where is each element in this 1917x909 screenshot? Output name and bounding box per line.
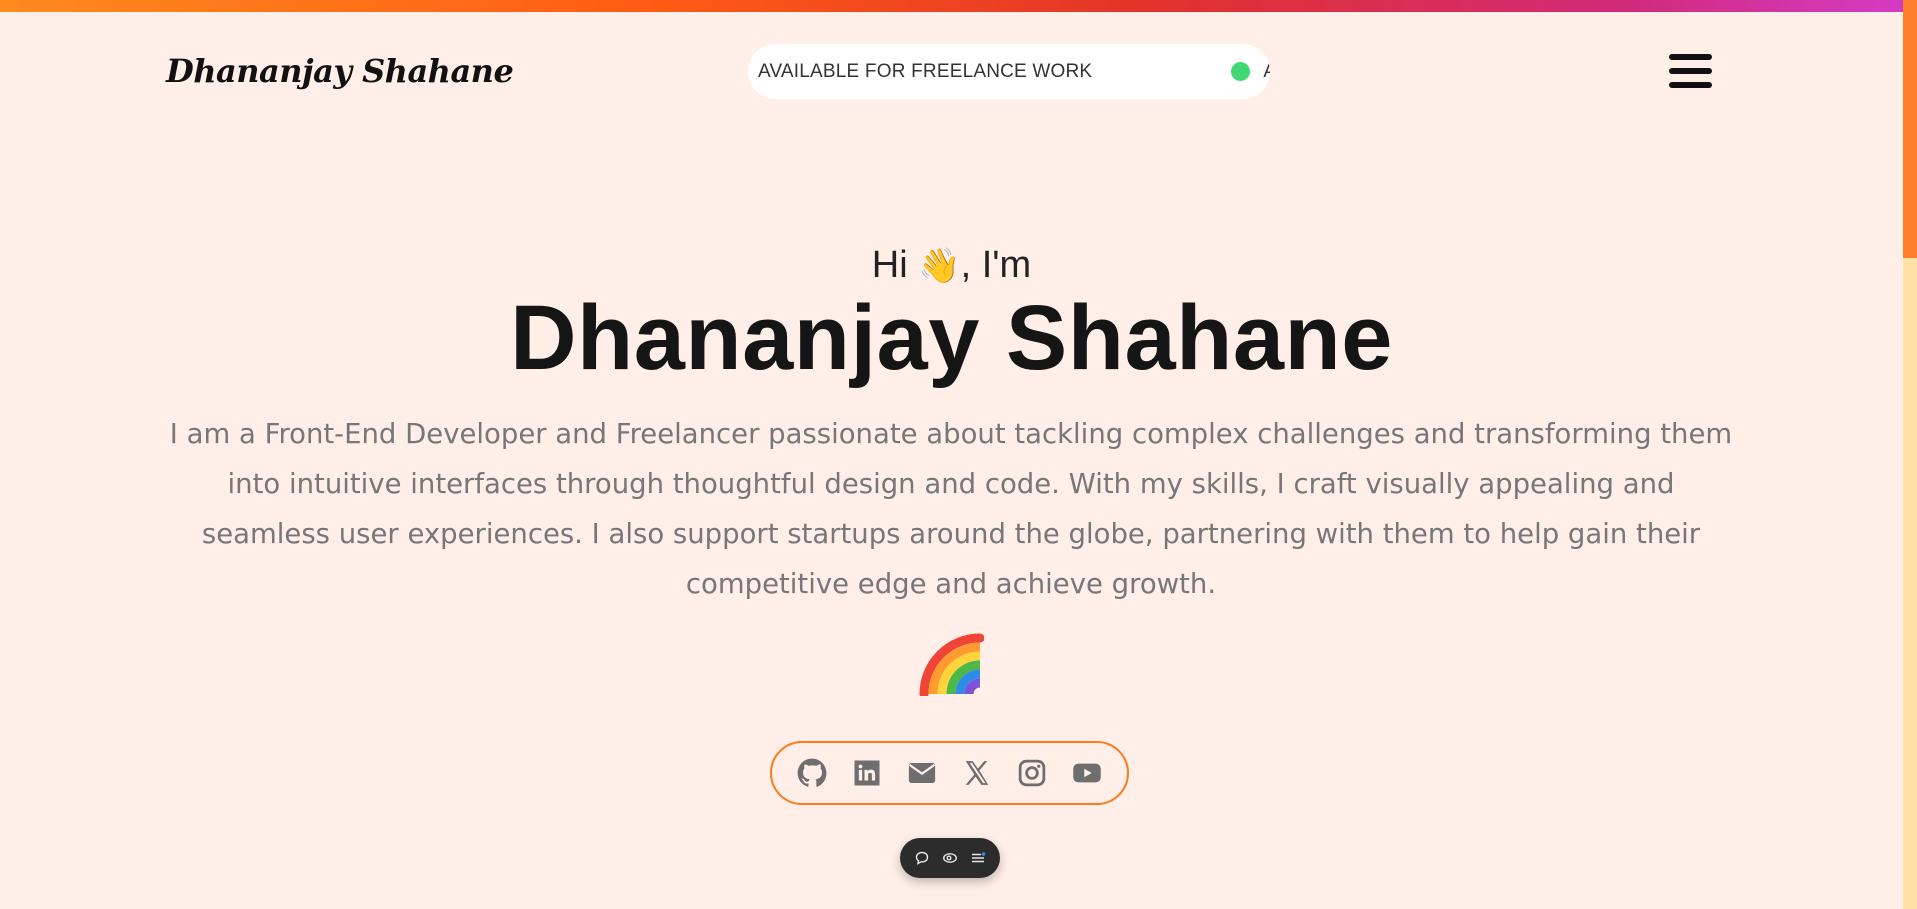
rainbow-icon	[918, 632, 985, 699]
greeting-prefix: Hi	[871, 244, 908, 286]
hero-bio: I am a Front-End Developer and Freelance…	[169, 418, 1733, 600]
eye-icon[interactable]	[942, 850, 958, 866]
greeting-suffix: , I'm	[960, 244, 1032, 286]
instagram-icon[interactable]	[1016, 757, 1048, 789]
comment-icon[interactable]	[914, 850, 930, 866]
youtube-icon[interactable]	[1071, 757, 1103, 789]
floating-toolbar	[900, 838, 1000, 878]
scrollbar-track[interactable]	[1903, 0, 1917, 909]
scrollbar-thumb[interactable]	[1903, 0, 1917, 258]
linkedin-icon[interactable]	[851, 757, 883, 789]
top-gradient-bar	[0, 0, 1917, 12]
hamburger-menu-icon[interactable]	[1669, 54, 1712, 88]
list-icon[interactable]	[970, 850, 986, 866]
social-links	[770, 741, 1129, 805]
github-icon[interactable]	[796, 757, 828, 789]
waving-hand-icon: 👋	[918, 247, 961, 285]
x-twitter-icon[interactable]	[961, 757, 993, 789]
hero-name: Dhananjay Shahane	[510, 287, 1393, 389]
email-icon[interactable]	[906, 757, 938, 789]
availability-text-repeat: A	[1263, 60, 1270, 82]
availability-text: AVAILABLE FOR FREELANCE WORK	[758, 60, 1093, 82]
site-logo[interactable]: Dhananjay Shahane	[166, 52, 514, 90]
availability-marquee: AVAILABLE FOR FREELANCE WORK A	[748, 44, 1270, 99]
availability-status-dot	[1231, 62, 1251, 81]
hero-greeting: Hi 👋, I'm	[0, 244, 1903, 287]
